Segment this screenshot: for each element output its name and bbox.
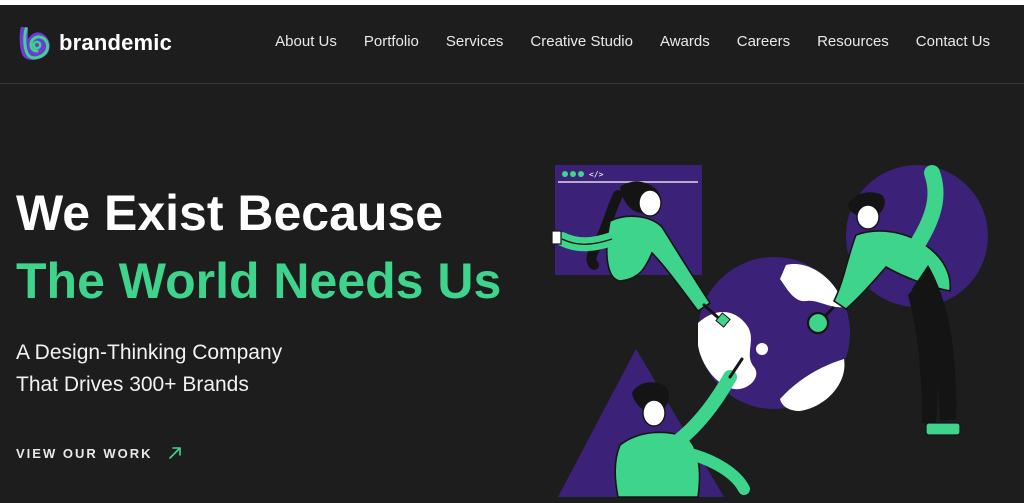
view-our-work-link[interactable]: VIEW OUR WORK: [16, 442, 183, 464]
brand-name: brandemic: [59, 30, 173, 55]
hero-subtitle-line-1: A Design-Thinking Company: [16, 341, 283, 364]
hero-subtitle-line-2: That Drives 300+ Brands: [16, 373, 249, 396]
nav-careers[interactable]: Careers: [737, 33, 790, 50]
browser-code-tag: </>: [589, 170, 604, 179]
hero-subtitle: A Design-Thinking Company That Drives 30…: [16, 337, 282, 401]
brandemic-logo-icon: [19, 27, 50, 60]
main-nav: About Us Portfolio Services Creative Stu…: [275, 33, 990, 50]
cta-label: VIEW OUR WORK: [16, 445, 153, 461]
nav-about-us[interactable]: About Us: [275, 33, 337, 50]
brand-logo[interactable]: brandemic: [15, 23, 172, 63]
nav-services[interactable]: Services: [446, 33, 504, 50]
nav-creative-studio[interactable]: Creative Studio: [530, 33, 633, 50]
browser-dot-icon: [562, 171, 568, 177]
hero-illustration: </>: [551, 165, 988, 498]
hero-title-line-2: The World Needs Us: [16, 253, 502, 309]
browser-dot-icon: [570, 171, 576, 177]
browser-dot-icon: [578, 171, 584, 177]
page: brandemic About Us Portfolio Services Cr…: [0, 5, 1024, 503]
nav-awards[interactable]: Awards: [660, 33, 710, 50]
nav-contact-us[interactable]: Contact Us: [916, 33, 990, 50]
nav-portfolio[interactable]: Portfolio: [364, 33, 419, 50]
hero-title-line-1: We Exist Because: [16, 185, 444, 241]
site-header: brandemic About Us Portfolio Services Cr…: [0, 5, 1024, 84]
nav-resources[interactable]: Resources: [817, 33, 889, 50]
arrow-up-right-icon: [168, 447, 181, 459]
